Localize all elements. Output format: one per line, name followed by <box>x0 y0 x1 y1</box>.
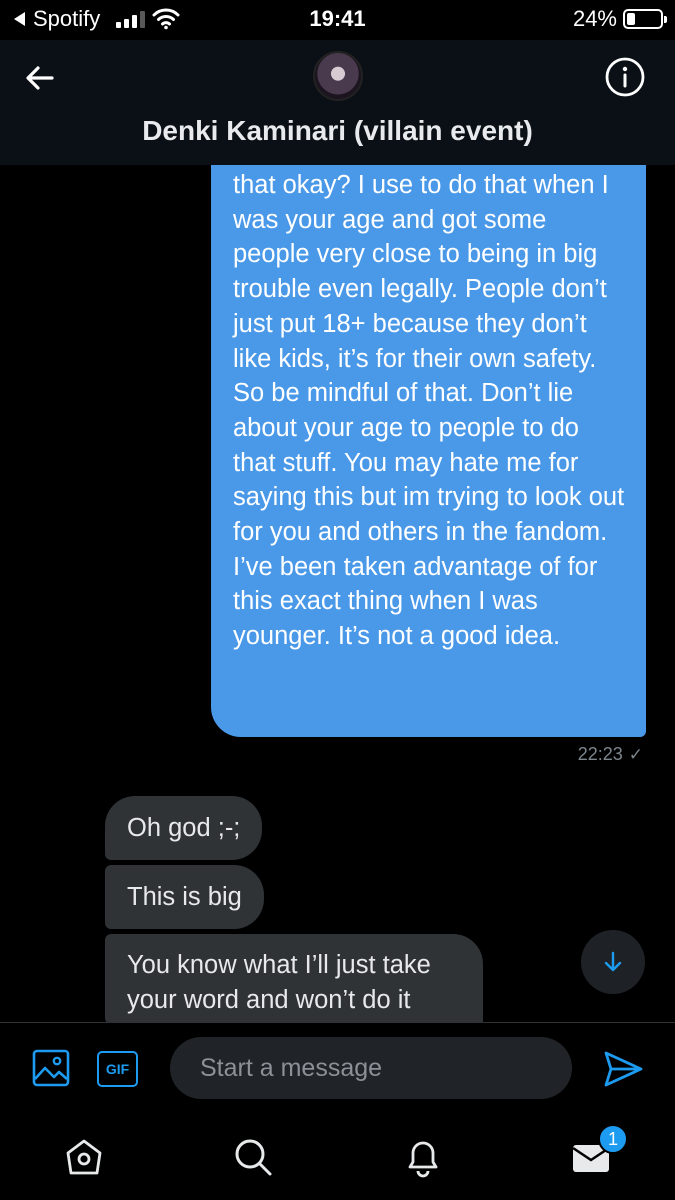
message-composer: GIF <box>0 1022 675 1114</box>
back-app-label: Spotify <box>33 6 101 31</box>
incoming-message-text: This is big <box>127 883 242 911</box>
battery-percent: 24% <box>572 6 617 31</box>
wifi-icon <box>152 8 180 30</box>
incoming-message-bubble[interactable]: You know what I’ll just take your word a… <box>105 934 483 1024</box>
bottom-navigation: 1 <box>0 1114 675 1200</box>
scroll-to-bottom-button[interactable] <box>581 930 645 994</box>
gif-label: GIF <box>105 1061 130 1077</box>
gif-icon[interactable]: GIF <box>97 1051 138 1087</box>
back-triangle-icon <box>14 12 25 26</box>
avatar[interactable] <box>313 51 363 101</box>
check-icon: ✓ <box>628 744 643 764</box>
bell-icon[interactable] <box>402 1136 444 1178</box>
message-timestamp: 22:23 ✓ <box>578 744 643 765</box>
status-bar: Spotify 19:41 24% <box>0 0 675 40</box>
home-icon[interactable] <box>63 1136 105 1178</box>
send-icon[interactable] <box>602 1048 644 1090</box>
conversation-header: Denki Kaminari (villain event) <box>0 40 675 165</box>
incoming-message-text: You know what I’ll just take your word a… <box>127 951 431 1014</box>
outgoing-message-text: that okay? I use to do that when I was y… <box>233 171 625 651</box>
incoming-message-bubble[interactable]: Oh god ;-; <box>105 796 263 860</box>
message-input[interactable] <box>170 1037 572 1099</box>
back-arrow-icon[interactable] <box>20 58 60 98</box>
conversation-title: Denki Kaminari (villain event) <box>142 115 533 146</box>
incoming-message-text: Oh god ;-; <box>127 814 241 842</box>
incoming-message-bubble[interactable]: This is big <box>105 865 264 929</box>
back-to-app-link[interactable]: Spotify <box>14 6 100 32</box>
cellular-signal-icon <box>116 10 145 28</box>
outgoing-message-bubble[interactable]: that okay? I use to do that when I was y… <box>211 160 646 737</box>
mail-badge: 1 <box>598 1124 628 1154</box>
search-icon[interactable] <box>232 1136 274 1178</box>
image-icon[interactable] <box>32 1049 70 1087</box>
battery-icon <box>623 9 667 29</box>
timestamp-text: 22:23 <box>577 744 623 764</box>
info-icon[interactable] <box>604 56 646 98</box>
arrow-down-icon <box>604 951 622 972</box>
